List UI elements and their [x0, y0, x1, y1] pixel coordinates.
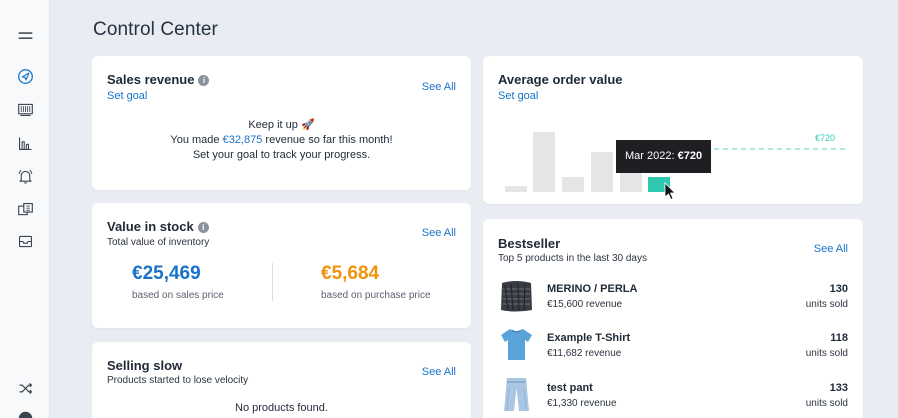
revenue-prefix: You made: [170, 134, 223, 146]
menu-icon[interactable]: [13, 24, 37, 48]
shuffle-icon[interactable]: [13, 376, 37, 400]
chart-bar[interactable]: [505, 186, 527, 192]
product-revenue: €15,600 revenue: [547, 299, 623, 310]
average-order-chart: [505, 132, 848, 201]
sidebar: [0, 0, 50, 418]
product-name: Example T-Shirt: [547, 332, 631, 344]
chart-bar[interactable]: [591, 152, 613, 192]
navigation-icon[interactable]: [13, 64, 37, 88]
units-sold-value: 130: [829, 283, 848, 295]
selling-slow-subtitle: Products started to lose velocity: [107, 375, 249, 386]
product-name: test pant: [547, 382, 593, 394]
chart-bar[interactable]: [562, 177, 584, 192]
sales-revenue-see-all-link[interactable]: See All: [422, 81, 456, 93]
revenue-message-line1: Keep it up 🚀: [248, 119, 315, 131]
chart-tooltip: Mar 2022: €720: [616, 140, 712, 173]
sales-price-value: €25,469: [132, 263, 201, 284]
empty-state-text: No products found.: [235, 402, 328, 414]
revenue-message-line2: You made €32,875 revenue so far this mon…: [92, 134, 471, 146]
chart-bar[interactable]: [533, 132, 555, 192]
selling-slow-card: Selling slow Products started to lose ve…: [92, 342, 471, 418]
sales-revenue-set-goal-link[interactable]: Set goal: [107, 90, 147, 102]
value-in-stock-title-text: Value in stock: [107, 219, 194, 234]
bestseller-title: Bestseller: [498, 236, 561, 251]
value-in-stock-see-all-link[interactable]: See All: [422, 227, 456, 239]
page-title: Control Center: [93, 19, 218, 40]
average-order-card: Average order value Set goal €720 Mar 20…: [483, 56, 863, 204]
bar-chart-icon[interactable]: [13, 131, 37, 155]
info-icon[interactable]: i: [198, 75, 210, 86]
tooltip-label: Mar 2022:: [625, 150, 675, 162]
value-in-stock-title: Value in stock i: [107, 219, 209, 234]
goal-label: €720: [814, 133, 835, 143]
tooltip-value: €720: [677, 150, 703, 162]
product-name: MERINO / PERLA: [547, 283, 638, 295]
sales-price-caption: based on sales price: [132, 290, 224, 301]
sales-revenue-title-text: Sales revenue: [107, 72, 195, 87]
revenue-amount: €32,875: [222, 134, 263, 146]
product-image[interactable]: [499, 376, 534, 413]
bestseller-card: Bestseller Top 5 products in the last 30…: [483, 219, 863, 418]
sales-revenue-card: Sales revenue i See All Set goal Keep it …: [92, 56, 471, 190]
info-icon[interactable]: i: [197, 222, 209, 233]
product-revenue: €11,682 revenue: [547, 348, 622, 359]
units-sold-value: 133: [829, 382, 848, 394]
units-sold-value: 118: [830, 332, 848, 344]
divider: [272, 263, 273, 301]
selling-slow-title: Selling slow: [107, 358, 183, 373]
product-image[interactable]: [499, 277, 534, 314]
sales-revenue-title: Sales revenue i: [107, 72, 210, 87]
product-image[interactable]: [499, 326, 534, 363]
units-sold-label: units sold: [805, 398, 848, 409]
value-in-stock-card: Value in stock i Total value of inventory…: [92, 203, 471, 328]
purchase-price-caption: based on purchase price: [321, 290, 431, 301]
revenue-suffix: revenue so far this month!: [262, 134, 393, 146]
inbox-icon[interactable]: [13, 229, 37, 253]
bestseller-see-all-link[interactable]: See All: [814, 243, 848, 255]
units-sold-label: units sold: [805, 348, 848, 359]
bell-icon[interactable]: [13, 164, 37, 188]
selling-slow-see-all-link[interactable]: See All: [422, 366, 456, 378]
revenue-message-line3: Set your goal to track your progress.: [192, 149, 371, 161]
purchase-price-value: €5,684: [321, 263, 380, 284]
units-sold-label: units sold: [805, 299, 848, 310]
value-in-stock-subtitle: Total value of inventory: [107, 237, 210, 248]
bestseller-subtitle: Top 5 products in the last 30 days: [498, 253, 647, 264]
help-icon[interactable]: [13, 406, 37, 418]
barcode-icon[interactable]: [13, 97, 37, 121]
money-icon[interactable]: [13, 197, 37, 221]
product-revenue: €1,330 revenue: [547, 398, 617, 409]
